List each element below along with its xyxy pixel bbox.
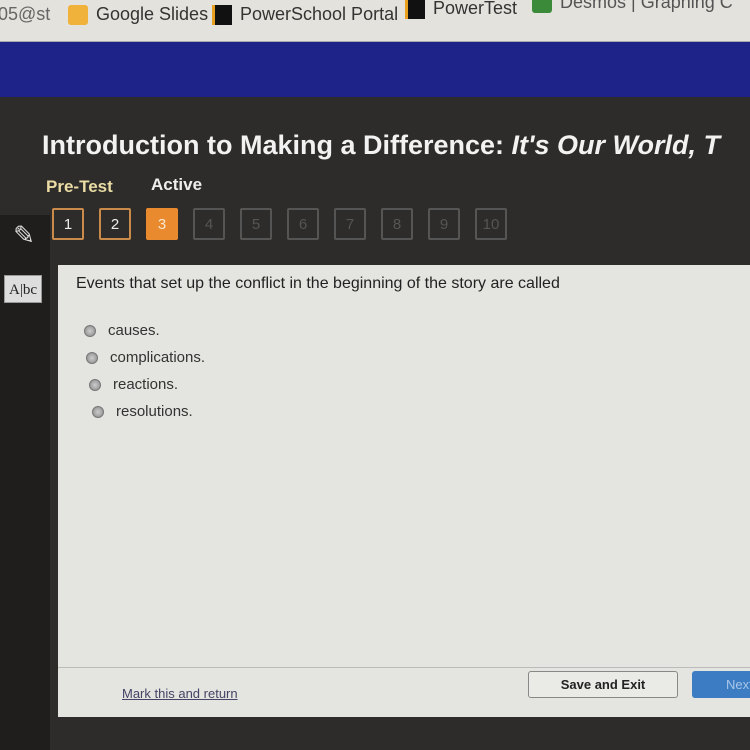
desmos-icon — [532, 0, 552, 13]
bookmark-label: PowerSchool Portal — [240, 4, 399, 24]
radio-button[interactable] — [86, 351, 98, 364]
question-nav-button: 4 — [193, 208, 225, 240]
page-title: Introduction to Making a Difference: It'… — [42, 130, 720, 160]
answer-option[interactable]: resolutions. — [92, 403, 193, 420]
radio-button[interactable] — [92, 405, 104, 418]
tool-sidebar: ✎ A|bc — [0, 215, 50, 750]
option-label: reactions. — [113, 376, 179, 393]
option-label: causes. — [108, 322, 160, 339]
question-nav: 1 2 3 4 5 6 7 8 9 10 — [52, 208, 507, 240]
question-nav-button: 5 — [240, 208, 272, 240]
mode-label: Pre-Test — [46, 177, 113, 196]
question-nav-button-current[interactable]: 3 — [146, 208, 178, 240]
bookmark-desmos[interactable]: Desmos | Graphing C — [532, 0, 733, 13]
bookmark-label: Desmos | Graphing C — [560, 0, 733, 12]
bookmarks-bar: 05@st Google Slides PowerSchool Portal P… — [0, 0, 750, 42]
question-nav-button[interactable]: 1 — [52, 208, 84, 240]
powerschool-icon — [212, 4, 232, 25]
save-and-exit-button[interactable]: Save and Exit — [528, 671, 678, 698]
google-slides-icon — [68, 4, 88, 25]
radio-button[interactable] — [84, 324, 96, 337]
bookmark-google-slides[interactable]: Google Slides — [68, 4, 208, 25]
bookmark-powerschool-portal[interactable]: PowerSchool Portal — [212, 4, 398, 25]
bookmark-account[interactable]: 05@st — [0, 4, 50, 25]
bookmark-label: PowerTest — [433, 0, 518, 18]
question-nav-button: 6 — [287, 208, 319, 240]
pencil-icon[interactable]: ✎ — [4, 220, 44, 256]
question-footer: Mark this and return Save and Exit Next — [58, 667, 750, 717]
question-text: Events that set up the conflict in the b… — [76, 275, 560, 292]
question-nav-button[interactable]: 2 — [99, 208, 131, 240]
radio-button[interactable] — [89, 378, 101, 391]
site-banner — [0, 42, 750, 97]
bookmark-label: Google Slides — [96, 4, 209, 24]
answer-option[interactable]: causes. — [84, 322, 160, 339]
dictionary-icon[interactable]: A|bc — [4, 275, 42, 303]
question-nav-button: 7 — [334, 208, 366, 240]
bookmark-powertest[interactable]: PowerTest — [405, 0, 517, 19]
answer-option[interactable]: complications. — [86, 349, 205, 366]
question-nav-button: 10 — [475, 208, 507, 240]
status-label: Active — [151, 175, 203, 194]
option-label: complications. — [110, 349, 206, 366]
next-button[interactable]: Next — [692, 671, 750, 698]
mark-and-return-link[interactable]: Mark this and return — [122, 686, 238, 701]
question-nav-button: 9 — [428, 208, 460, 240]
powerschool-icon — [405, 0, 425, 19]
question-panel: Events that set up the conflict in the b… — [58, 265, 750, 717]
question-nav-button: 8 — [381, 208, 413, 240]
answer-option[interactable]: reactions. — [89, 376, 178, 393]
bookmark-label: 05@st — [0, 4, 51, 24]
option-label: resolutions. — [116, 403, 193, 420]
